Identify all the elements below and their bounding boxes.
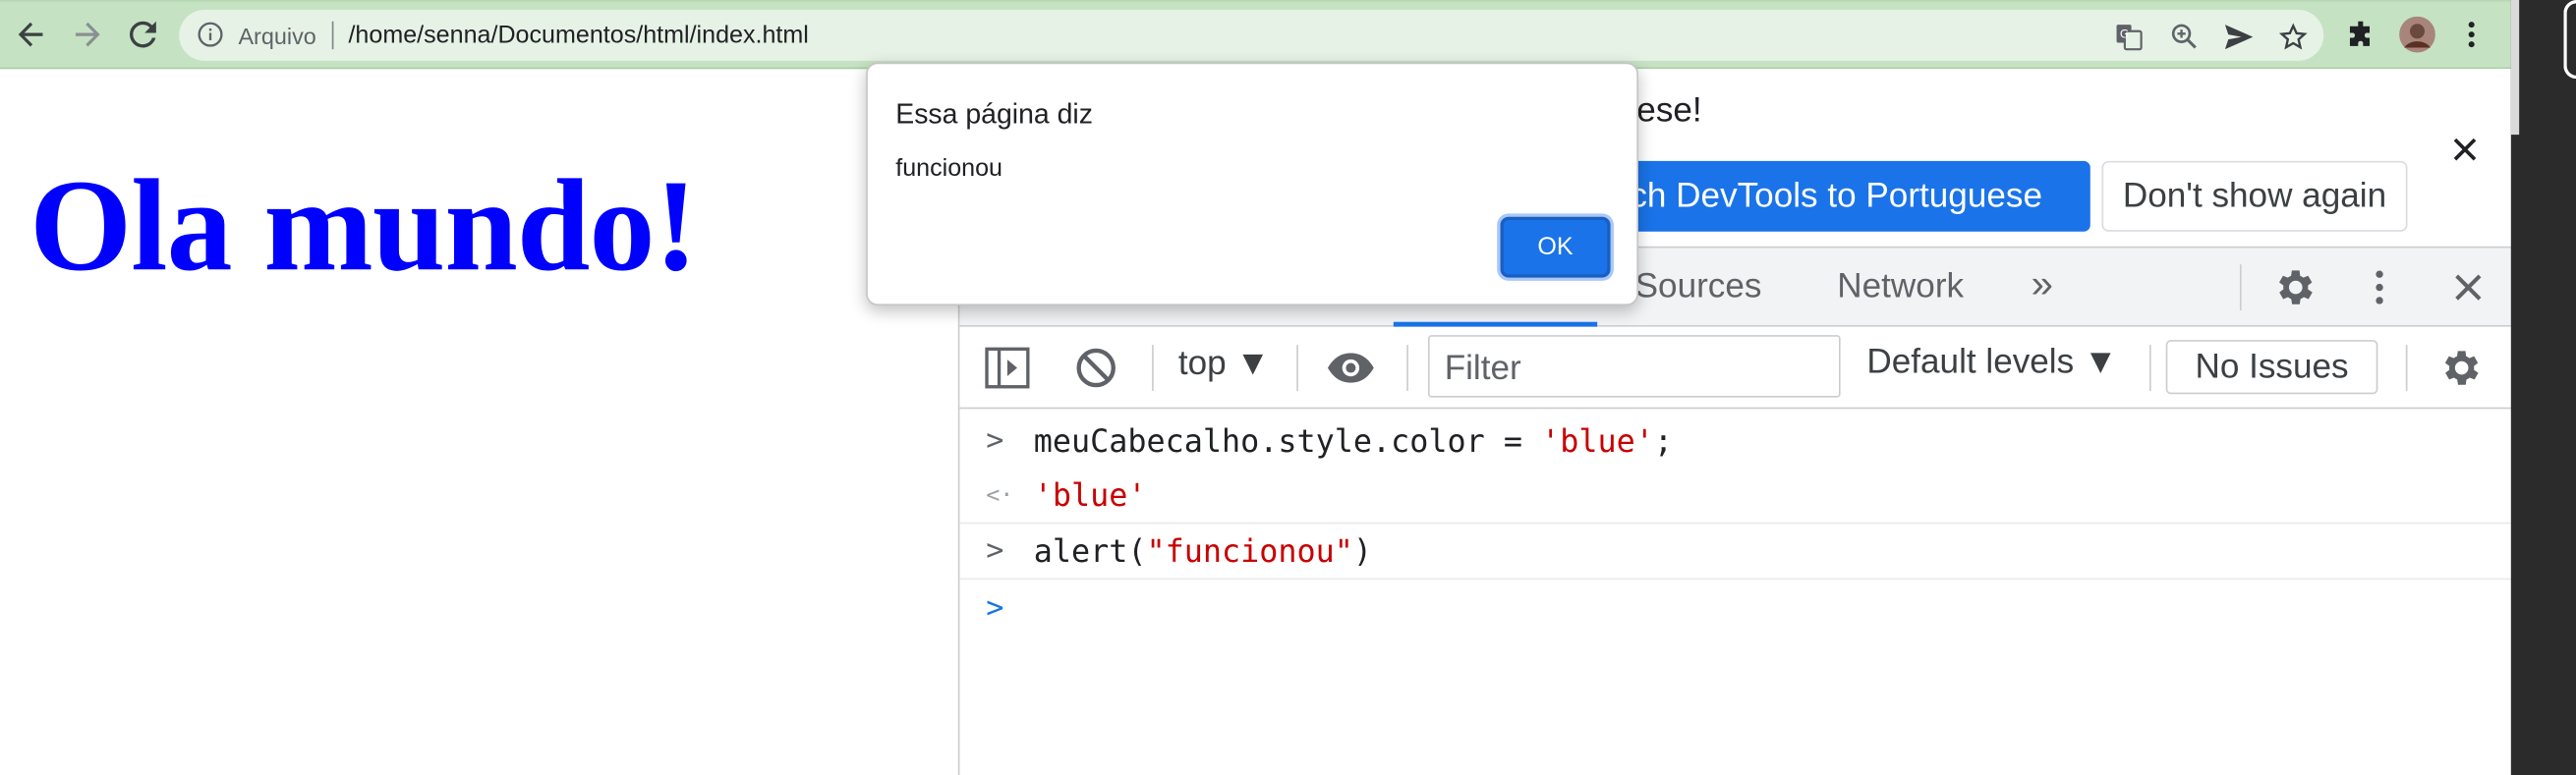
console-toolbar: top ▼ Filter Default levels ▼ No Issues [959,326,2513,410]
page-heading: Ola mundo! [29,154,698,300]
security-label[interactable]: Arquivo [238,23,315,49]
close-icon[interactable] [2450,135,2487,171]
gear-icon[interactable] [2437,343,2487,392]
console-result[interactable]: 'blue' [1034,478,1147,515]
console-result-line: <· 'blue' [959,478,2513,525]
result-arrow-icon: <· [986,482,1014,510]
console-code[interactable]: alert("funcionou") [1034,533,1372,570]
tab-sources[interactable]: Sources [1635,268,1762,307]
address-bar[interactable]: Arquivo /home/senna/Documentos/html/inde… [179,10,2324,61]
omnibox-divider [331,21,334,50]
zoom-icon[interactable] [2167,20,2200,52]
back-icon[interactable] [12,15,51,54]
tab-network[interactable]: Network [1837,268,1964,307]
console-toolbar-divider [2405,345,2408,391]
alert-message: funcionou [895,154,1003,183]
code-segment: alert( [1033,533,1147,571]
context-selector[interactable]: top ▼ [1178,345,1270,384]
infobar-message: ese! [1636,91,1702,131]
forward-icon[interactable] [68,15,107,54]
code-segment: ; [1653,423,1674,461]
console-code[interactable]: meuCabecalho.style.color = 'blue'; [1034,423,1673,460]
prompt-icon: > [986,423,1004,459]
browser-window: Arquivo /home/senna/Documentos/html/inde… [0,0,2576,775]
console-toolbar-divider [1296,345,1298,391]
console-input-line: > alert("funcionou") [959,533,2513,581]
console-toolbar-divider [1152,345,1154,391]
avatar[interactable] [2397,15,2436,54]
sidebar-toggle-icon[interactable] [983,343,1032,392]
more-vert-icon[interactable] [2452,15,2491,54]
console-prompt-line[interactable]: > [959,591,2512,637]
star-icon[interactable] [2276,20,2309,52]
clear-console-icon[interactable] [1071,343,1120,392]
scrollbar[interactable] [2510,0,2520,136]
issues-button[interactable]: No Issues [2165,340,2378,395]
adjacent-window [2510,0,2576,775]
ok-button[interactable]: OK [1500,216,1611,278]
eye-icon[interactable] [1326,343,1375,392]
code-segment: meuCabecalho.style.color = [1033,423,1542,461]
console-toolbar-divider [2148,345,2151,391]
more-tabs-icon[interactable]: » [2032,263,2053,309]
prompt-icon: > [986,590,1004,627]
switch-language-button[interactable]: tch DevTools to Portuguese [1615,160,2090,232]
filter-input[interactable]: Filter [1427,335,1841,398]
tabbar-divider [2239,264,2242,311]
dont-show-again-button[interactable]: Don't show again [2101,160,2408,232]
more-vert-icon[interactable] [2355,263,2404,312]
send-icon[interactable] [2222,20,2255,52]
browser-toolbar: Arquivo /home/senna/Documentos/html/inde… [0,0,2511,70]
url-text[interactable]: /home/senna/Documentos/html/index.html [348,22,808,49]
adjacent-window-edge [2563,0,2576,80]
console-toolbar-divider [1406,345,1408,391]
svg-text:G: G [2119,27,2128,40]
close-icon[interactable] [2443,263,2492,312]
console-input-line: > meuCabecalho.style.color = 'blue'; [959,423,2512,470]
code-string: "funcionou" [1146,533,1353,571]
info-icon[interactable] [198,22,224,48]
reload-icon[interactable] [123,15,162,54]
alert-dialog: Essa página diz funcionou OK [866,62,1638,305]
code-segment: ) [1352,533,1373,571]
extensions-icon[interactable] [2342,15,2381,54]
prompt-icon: > [986,533,1004,569]
code-string: 'blue' [1541,423,1654,461]
log-levels-dropdown[interactable]: Default levels ▼ [1866,343,2117,382]
gear-icon[interactable] [2271,263,2320,312]
translate-icon[interactable]: G [2112,20,2145,52]
alert-title: Essa página diz [895,98,1093,131]
filter-placeholder: Filter [1444,350,1521,388]
